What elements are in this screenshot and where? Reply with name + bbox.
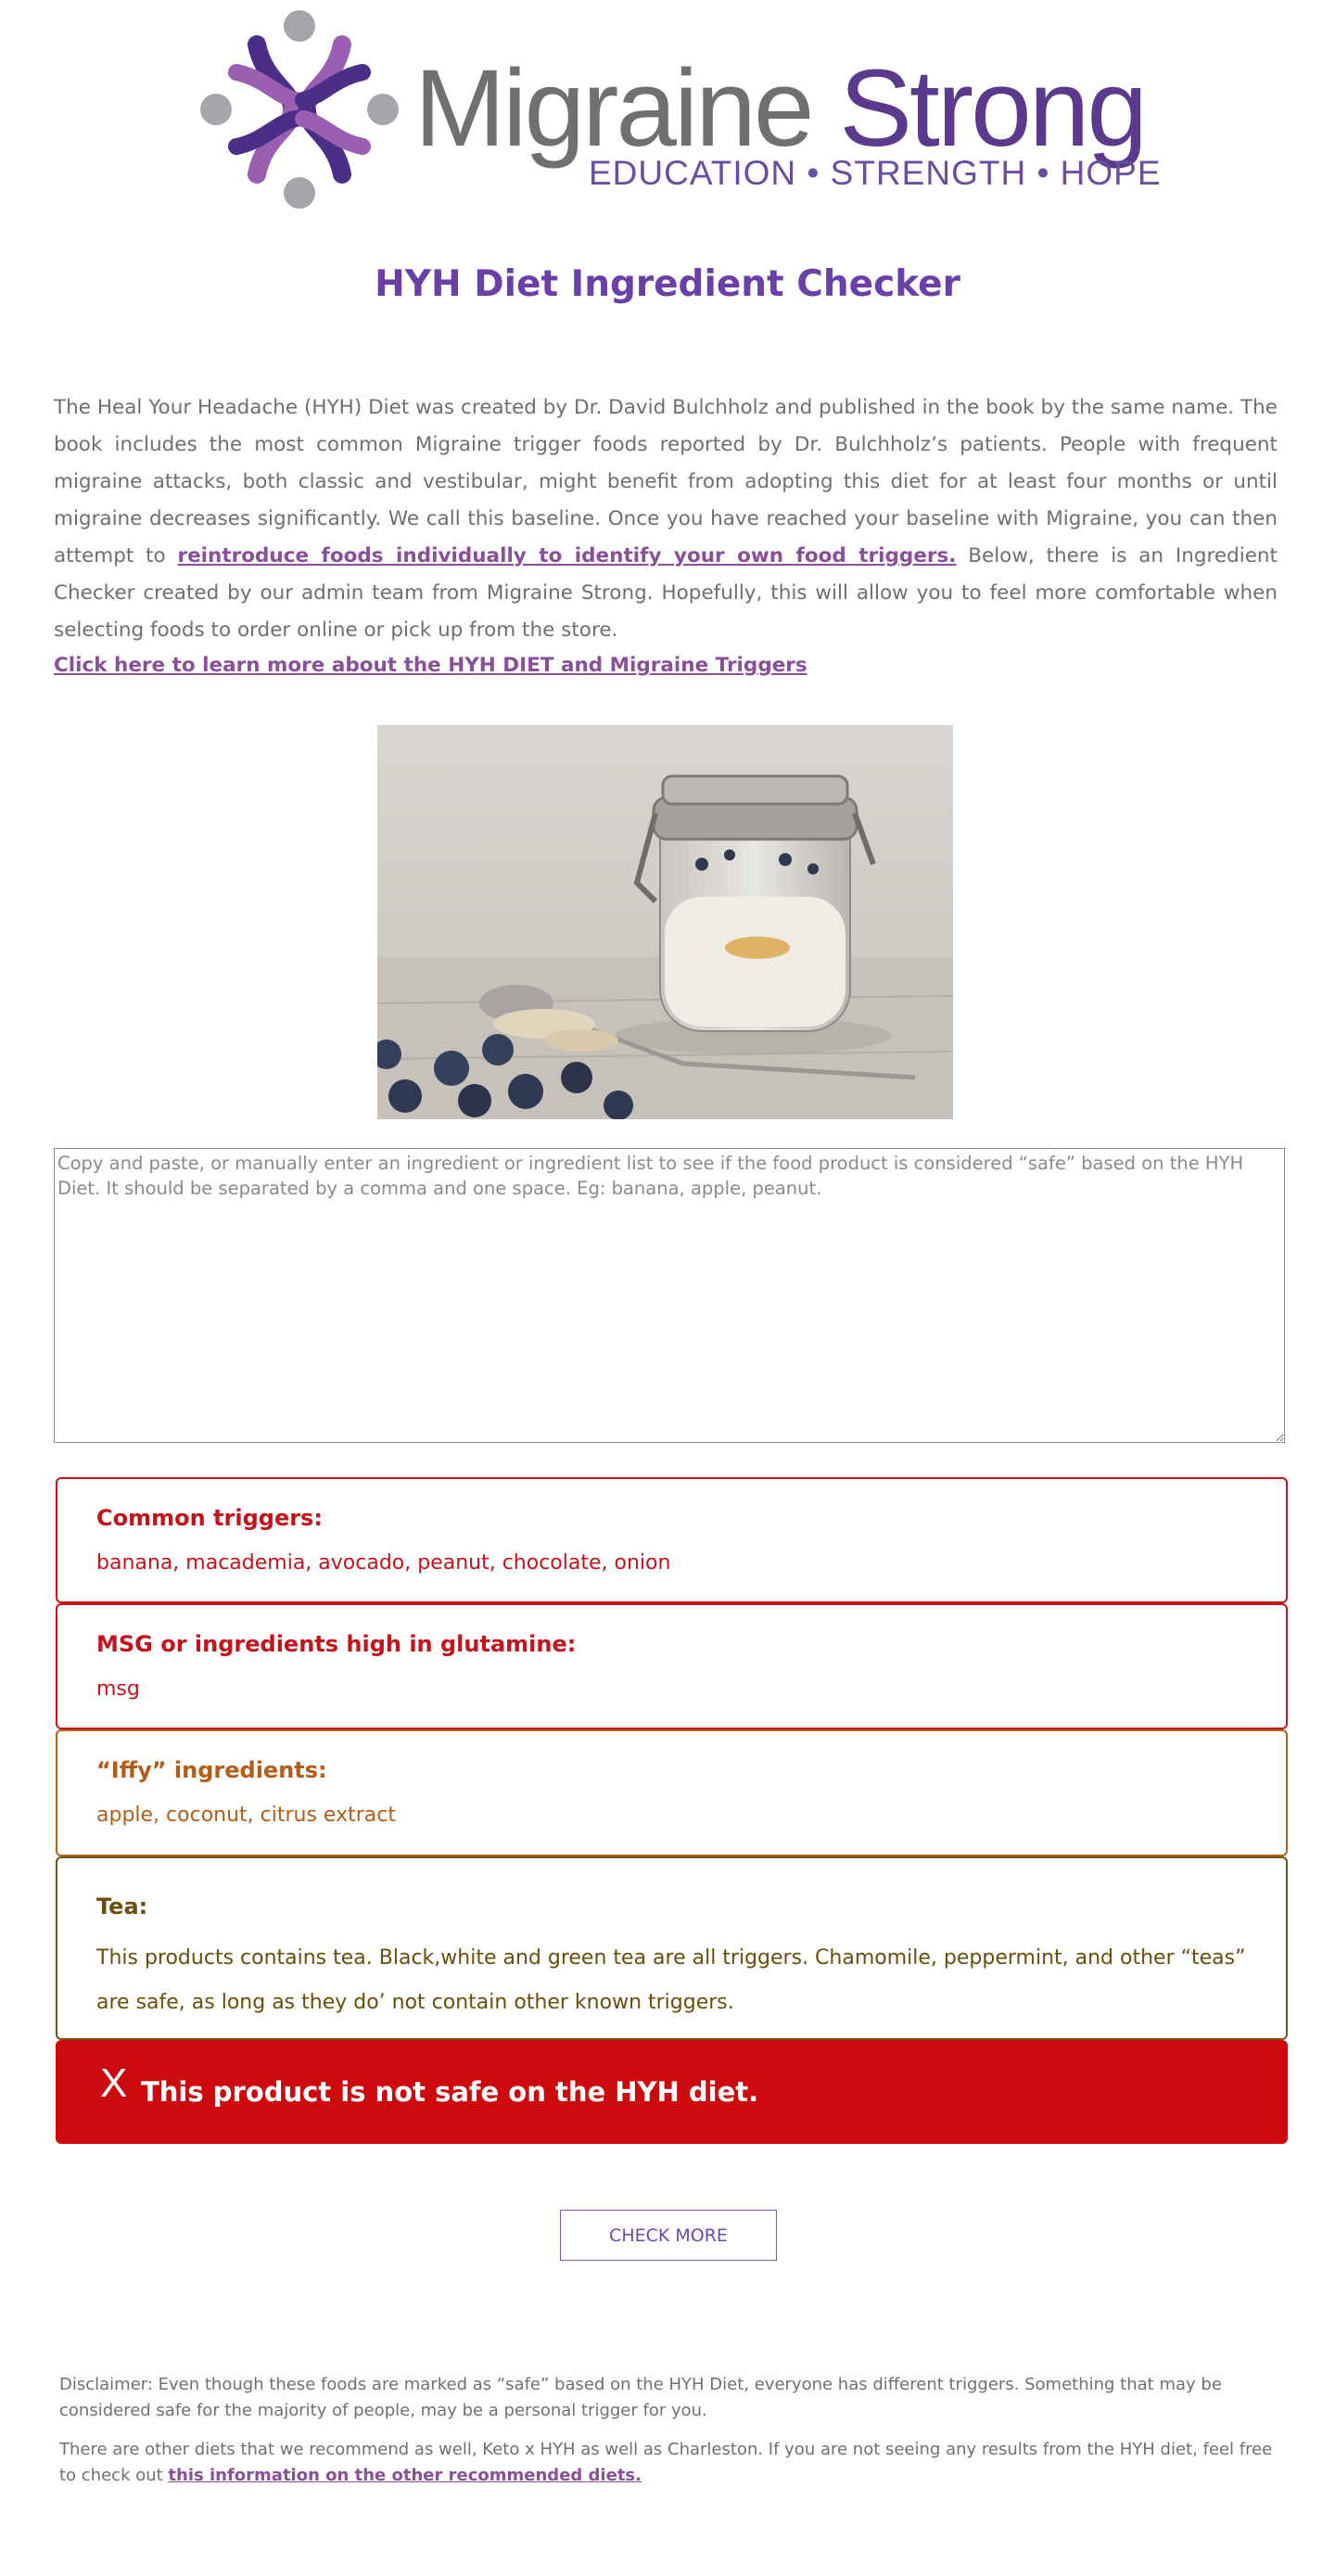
logo-tagline: EDUCATION • STRENGTH • HOPE [589,154,1162,192]
msg-list: msg [96,1677,140,1701]
tea-panel: Tea: This products contains tea. Black,w… [56,1856,1288,2040]
msg-panel: MSG or ingredients high in glutamine: ms… [56,1603,1288,1729]
tea-heading: Tea: [96,1894,148,1919]
other-diets-link[interactable]: this information on the other recommende… [168,2466,642,2485]
x-icon: X [100,2060,128,2106]
iffy-ingredients-panel: “Iffy” ingredients: apple, coconut, citr… [56,1729,1288,1856]
overnight-oats-photo [377,725,953,1119]
other-diets-paragraph: There are other diets that we recommend … [59,2437,1288,2489]
page-title: HYH Diet Ingredient Checker [375,263,960,305]
logo-word-strong: Strong [839,47,1148,170]
migraine-strong-logo[interactable]: Migraine Strong EDUCATION • STRENGTH • H… [199,7,1161,211]
msg-heading: MSG or ingredients high in glutamine: [96,1631,577,1657]
logo-mark-icon [200,10,399,209]
iffy-list: apple, coconut, citrus extract [96,1804,396,1827]
tea-text: This products contains tea. Black,white … [96,1946,1246,2014]
ingredient-list-textarea[interactable] [54,1148,1285,1443]
check-more-button[interactable]: CHECK MORE [560,2210,777,2261]
learn-more-hyh-link[interactable]: Click here to learn more about the HYH D… [54,654,807,677]
common-triggers-panel: Common triggers: banana, macademia, avoc… [56,1477,1288,1603]
common-triggers-heading: Common triggers: [96,1505,323,1531]
common-triggers-list: banana, macademia, avocado, peanut, choc… [96,1551,671,1575]
verdict-banner: X This product is not safe on the HYH di… [56,2040,1288,2144]
reintroduce-foods-link[interactable]: reintroduce foods individually to identi… [178,544,957,567]
iffy-heading: “Iffy” ingredients: [96,1757,327,1783]
overnight-oats-jar-icon [377,725,953,1119]
intro-text-before: The Heal Your Headache (HYH) Diet was cr… [54,396,1278,567]
verdict-text: This product is not safe on the HYH diet… [141,2076,759,2108]
disclaimer-paragraph: Disclaimer: Even though these foods are … [59,2375,1222,2420]
logo-wordmark: Migraine Strong [414,54,1148,163]
logo-word-migraine: Migraine [414,47,815,170]
intro-paragraph: The Heal Your Headache (HYH) Diet was cr… [54,389,1278,649]
